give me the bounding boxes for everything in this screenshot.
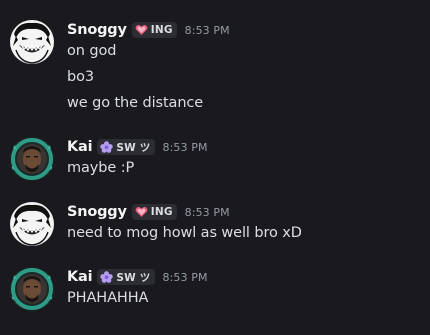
guild-tag[interactable]: ING (131, 204, 177, 220)
heart-icon (135, 25, 148, 35)
username[interactable]: Snoggy (67, 204, 127, 220)
guild-tag[interactable]: SW ツ (97, 139, 155, 155)
guild-tag[interactable]: ING (131, 22, 177, 38)
username[interactable]: Snoggy (67, 22, 127, 38)
message-header: Snoggy ING 8:53 PM (67, 20, 230, 40)
guild-tag-label: ING (150, 24, 173, 36)
message-text: on god (67, 43, 117, 59)
message-text: PHAHAHHA (67, 290, 149, 306)
message-header: Kai SW ツ 8:53 PM (67, 137, 208, 157)
message-text: bo3 (67, 69, 95, 85)
flower-icon (100, 141, 114, 153)
guild-tag-label: SW ツ (116, 141, 151, 154)
timestamp[interactable]: 8:53 PM (163, 271, 208, 284)
avatar[interactable] (10, 20, 54, 64)
guild-tag-label: ING (150, 206, 173, 218)
timestamp[interactable]: 8:53 PM (163, 141, 208, 154)
timestamp[interactable]: 8:53 PM (185, 206, 230, 219)
message-header: Snoggy ING 8:53 PM (67, 202, 230, 222)
avatar[interactable] (10, 137, 54, 181)
message-text: maybe :P (67, 160, 135, 176)
message-text: need to mog howl as well bro xD (67, 225, 302, 241)
username[interactable]: Kai (67, 139, 93, 155)
message-header: Kai SW ツ 8:53 PM (67, 267, 208, 287)
flower-icon (100, 271, 114, 283)
heart-icon (135, 207, 148, 217)
timestamp[interactable]: 8:53 PM (185, 24, 230, 37)
avatar[interactable] (10, 267, 54, 311)
guild-tag-label: SW ツ (116, 271, 151, 284)
username[interactable]: Kai (67, 269, 93, 285)
guild-tag[interactable]: SW ツ (97, 269, 155, 285)
message-text: we go the distance (67, 95, 204, 111)
avatar[interactable] (10, 202, 54, 246)
